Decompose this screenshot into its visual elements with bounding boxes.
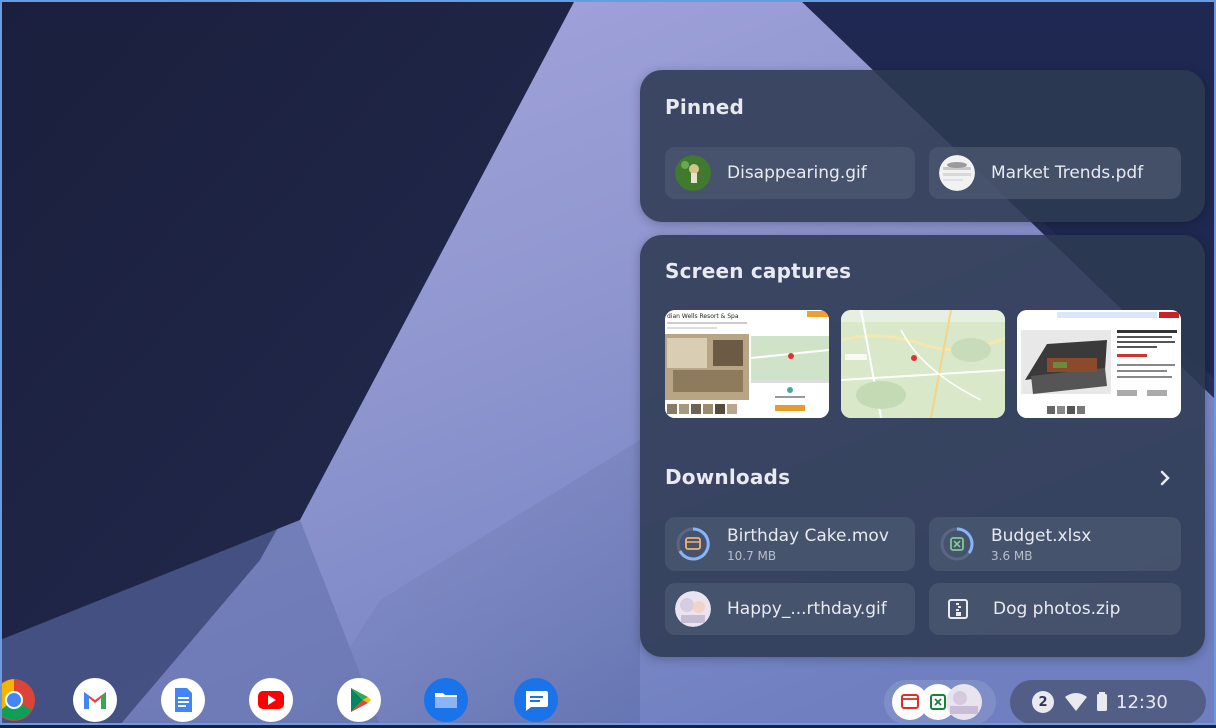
download-item-happy-birthday[interactable]: Happy_...rthday.gif: [665, 583, 915, 635]
download-item-label: Dog photos.zip: [993, 599, 1121, 619]
wifi-icon: [1065, 693, 1087, 711]
download-item-size: 3.6 MB: [991, 548, 1033, 563]
messages-icon[interactable]: [514, 678, 558, 722]
pinned-title: Pinned: [665, 95, 745, 119]
pinned-panel: [640, 70, 1205, 222]
download-item-size: 10.7 MB: [727, 548, 777, 563]
download-item-label: Birthday Cake.mov: [727, 525, 889, 546]
pinned-item-label: Market Trends.pdf: [991, 163, 1144, 183]
image-thumbnail-icon: [675, 591, 711, 627]
holding-space-tray-button[interactable]: [884, 680, 996, 724]
download-item-label: Happy_...rthday.gif: [727, 599, 887, 619]
battery-icon: [1097, 692, 1107, 711]
pinned-item-disappearing[interactable]: Disappearing.gif: [665, 147, 915, 199]
pinned-item-market-trends[interactable]: Market Trends.pdf: [929, 147, 1181, 199]
download-item-birthday-cake[interactable]: Birthday Cake.mov 10.7 MB: [665, 517, 915, 571]
files-icon[interactable]: [424, 678, 468, 722]
pdf-thumbnail-icon: [939, 155, 975, 191]
gif-thumbnail-icon: [675, 155, 711, 191]
zip-file-icon: [948, 599, 968, 619]
video-progress-icon: [676, 527, 710, 561]
chevron-right-icon[interactable]: [1155, 466, 1175, 490]
status-area[interactable]: 2 12:30: [1010, 680, 1206, 724]
spreadsheet-progress-icon: [940, 527, 974, 561]
pinned-item-label: Disappearing.gif: [727, 163, 867, 183]
screen-capture-resort[interactable]: dian Wells Resort & Spa: [665, 310, 829, 418]
play-store-icon[interactable]: [337, 678, 381, 722]
screen-capture-product[interactable]: [1017, 310, 1181, 418]
youtube-icon[interactable]: [249, 678, 293, 722]
capture-resort-title: dian Wells Resort & Spa: [667, 313, 739, 320]
download-item-dog-photos[interactable]: Dog photos.zip: [929, 583, 1181, 635]
chrome-icon[interactable]: [0, 678, 36, 722]
docs-icon[interactable]: [161, 678, 205, 722]
clock: 12:30: [1116, 691, 1168, 713]
download-item-budget[interactable]: Budget.xlsx 3.6 MB: [929, 517, 1181, 571]
screen-captures-title: Screen captures: [665, 259, 852, 283]
downloads-title: Downloads: [665, 465, 791, 489]
screen-capture-map[interactable]: [841, 310, 1005, 418]
gmail-icon[interactable]: [73, 678, 117, 722]
download-item-label: Budget.xlsx: [991, 525, 1092, 546]
notification-count-badge: 2: [1032, 691, 1054, 713]
